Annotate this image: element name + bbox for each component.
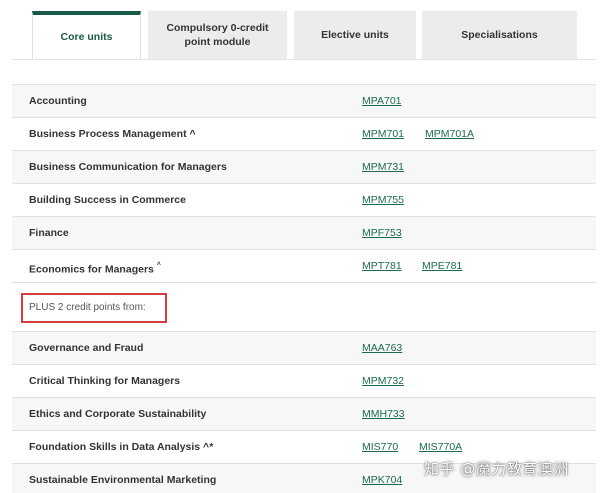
tab-specialisations[interactable]: Specialisations [422, 11, 577, 59]
table-row: Business Communication for Managers MPM7… [12, 150, 596, 183]
table-row: Ethics and Corporate Sustainability MMH7… [12, 397, 596, 430]
unit-code-link[interactable]: MAA763 [362, 332, 402, 365]
unit-code-link[interactable]: MPT781 [362, 250, 402, 283]
unit-name: Foundation Skills in Data Analysis ^* [29, 441, 214, 453]
table-row: Accounting MPA701 [12, 84, 596, 117]
table-row: Economics for Managers ^ MPT781 MPE781 [12, 249, 596, 282]
table-row: Business Process Management ^ MPM701 MPM… [12, 117, 596, 150]
unit-code-link[interactable]: MPE781 [422, 250, 462, 283]
unit-code-link[interactable]: MPM701A [425, 118, 474, 151]
unit-name: Business Communication for Managers [29, 161, 227, 173]
unit-name: Economics for Managers ^ [29, 262, 161, 276]
unit-code-link[interactable]: MIS770 [362, 431, 398, 464]
tab-elective-units[interactable]: Elective units [294, 11, 416, 59]
unit-name: Building Success in Commerce [29, 194, 186, 206]
plus-credit-points-note: PLUS 2 credit points from: [21, 293, 167, 323]
unit-code-link[interactable]: MPM701 [362, 118, 404, 151]
unit-name: Finance [29, 227, 69, 239]
unit-name: Governance and Fraud [29, 342, 144, 354]
prerequisite-mark: ^ [156, 262, 161, 269]
unit-code-link[interactable]: MPM731 [362, 151, 404, 184]
table-row: Building Success in Commerce MPM755 [12, 183, 596, 216]
unit-name: Business Process Management ^ [29, 128, 196, 140]
unit-code-link[interactable]: MPF753 [362, 217, 402, 250]
unit-code-link[interactable]: MPA701 [362, 85, 402, 118]
unit-name: Accounting [29, 95, 87, 107]
zhihu-watermark: 知乎 @魔力教育澳洲 [424, 460, 569, 478]
units-table: Accounting MPA701 Business Process Manag… [12, 84, 596, 493]
unit-code-link[interactable]: MMH733 [362, 398, 405, 431]
unit-code-link[interactable]: MPM732 [362, 365, 404, 398]
table-row: Governance and Fraud MAA763 [12, 331, 596, 364]
table-row-plus: PLUS 2 credit points from: [12, 282, 596, 331]
tab-compulsory-module[interactable]: Compulsory 0-credit point module [148, 11, 287, 59]
unit-name: Ethics and Corporate Sustainability [29, 408, 207, 420]
tab-core-units[interactable]: Core units [32, 11, 141, 59]
table-row: Critical Thinking for Managers MPM732 [12, 364, 596, 397]
unit-code-link[interactable]: MPK704 [362, 464, 402, 493]
unit-name: Sustainable Environmental Marketing [29, 474, 217, 486]
table-row: Finance MPF753 [12, 216, 596, 249]
unit-name: Critical Thinking for Managers [29, 375, 181, 387]
tabs-divider [12, 59, 596, 60]
unit-code-link[interactable]: MPM755 [362, 184, 404, 217]
unit-tabs: Core units Compulsory 0-credit point mod… [32, 11, 577, 59]
